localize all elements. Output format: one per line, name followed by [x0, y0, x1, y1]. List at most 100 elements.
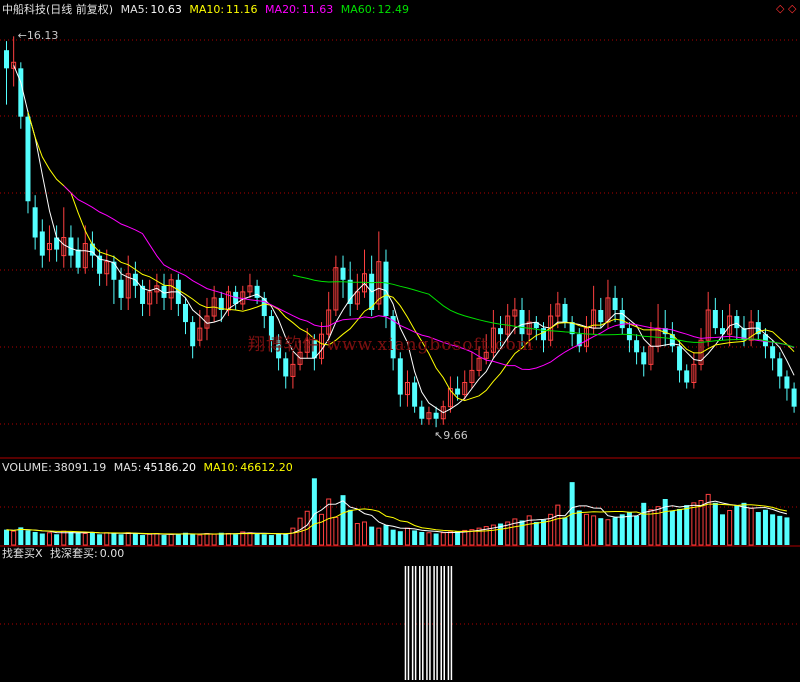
volume-value: 38091.19 [53, 461, 107, 474]
ma60-label: MA60: [340, 3, 376, 16]
volume-bar [555, 504, 561, 546]
volume-bar [712, 502, 718, 545]
volume-bar [634, 515, 640, 545]
volume-ma10-line [6, 503, 787, 535]
vol-ma10-label: MA10: [203, 461, 239, 474]
volume-bar [111, 533, 117, 545]
candle-body [347, 279, 353, 304]
candle-body [75, 249, 81, 268]
volume-bar [125, 532, 131, 546]
volume-bar [562, 517, 568, 545]
volume-bar [97, 534, 103, 545]
vol-ma5-label: MA5: [113, 461, 142, 474]
volume-bar [734, 505, 740, 545]
candle-body [97, 255, 103, 274]
volume-bar [54, 534, 60, 545]
volume-bar [698, 500, 704, 546]
volume-bar [755, 512, 761, 545]
volume-pane-header: VOLUME: 38091.19 MA5: 45186.20 MA10: 46612.… [2, 461, 297, 475]
candle-body [183, 303, 188, 323]
vol-ma10-value: 46612.20 [240, 461, 293, 474]
candle-body [340, 267, 346, 280]
volume-bar [576, 510, 582, 545]
diamond-icon[interactable]: ◇ [776, 2, 784, 16]
volume-bar [720, 514, 725, 545]
volume-bar [183, 532, 188, 545]
ma20-value: 11.63 [301, 3, 334, 16]
volume-bar [684, 505, 690, 545]
volume-bar [390, 529, 396, 545]
diamond-icon[interactable]: ◇ [788, 2, 796, 16]
indicator-pane-header: 找套买X 找深套买: 0.00 [2, 547, 128, 561]
candle-body [734, 316, 740, 329]
volume-bar [605, 519, 611, 546]
volume-bar [669, 510, 675, 545]
volume-bar [154, 533, 160, 546]
low-price-label: ↖9.66 [434, 429, 468, 443]
volume-bar [648, 509, 654, 546]
volume-bar [89, 531, 95, 545]
volume-bar [276, 533, 282, 545]
candle-body [419, 406, 425, 419]
volume-bar [197, 534, 203, 546]
candle-body [4, 50, 9, 69]
volume-bar [362, 521, 367, 546]
volume-bar [290, 527, 296, 546]
candle-body [111, 261, 117, 280]
volume-bar [104, 532, 110, 546]
vol-ma5-value: 45186.20 [143, 461, 197, 474]
volume-bar [447, 531, 453, 546]
candle-body [397, 358, 403, 395]
volume-bar [619, 514, 625, 545]
volume-bar [762, 509, 768, 545]
volume-bar [354, 523, 360, 546]
candle-body [39, 231, 45, 256]
candle-body [254, 285, 260, 298]
volume-bar [39, 533, 45, 545]
watermark: 翔博软件 www.xiangbosoft.com [248, 335, 534, 355]
volume-bar [583, 513, 589, 546]
volume-bar [247, 532, 253, 546]
volume-bar [598, 518, 604, 545]
volume-bar [190, 534, 196, 545]
volume-bar [662, 499, 668, 545]
candle-body [598, 310, 604, 323]
candle-body [777, 358, 783, 377]
volume-bar [11, 530, 17, 546]
volume-bar [118, 534, 124, 545]
volume-bar [46, 532, 52, 546]
volume-bar [655, 506, 661, 546]
volume-bar [311, 478, 317, 545]
candle-body [25, 116, 31, 202]
volume-bar [748, 507, 754, 546]
candle-body [712, 310, 718, 329]
candle-body [18, 68, 24, 117]
volume-bar [333, 516, 339, 546]
candle-body [770, 346, 776, 359]
volume-bar [218, 532, 224, 545]
volume-bar [691, 502, 697, 546]
volume-bar [591, 515, 597, 546]
volume-bar [462, 529, 468, 546]
candle-body [283, 358, 289, 377]
volume-bar [533, 522, 539, 545]
volume-bar [140, 535, 146, 545]
volume-bar [727, 510, 733, 546]
volume-bar [168, 533, 174, 546]
volume-bar [440, 532, 446, 546]
candle-body [677, 346, 683, 371]
volume-bar [641, 502, 647, 545]
ma10-value: 11.16 [226, 3, 258, 16]
volume-bar [261, 534, 267, 545]
volume-bar [347, 509, 353, 545]
candle-body [32, 207, 38, 238]
ma20-label: MA20: [265, 3, 300, 16]
indicator-series-label: 找深套买: [50, 547, 98, 560]
volume-bar [376, 527, 382, 546]
indicator-series-value: 0.00 [99, 547, 125, 560]
volume-bar [519, 520, 525, 545]
volume-bar [32, 531, 38, 545]
main-pane-header: 中船科技(日线 前复权) MA5: 10.63 MA10: 11.16 MA20: 1… [2, 3, 413, 17]
candle-body [784, 376, 790, 389]
volume-bar [397, 531, 403, 545]
